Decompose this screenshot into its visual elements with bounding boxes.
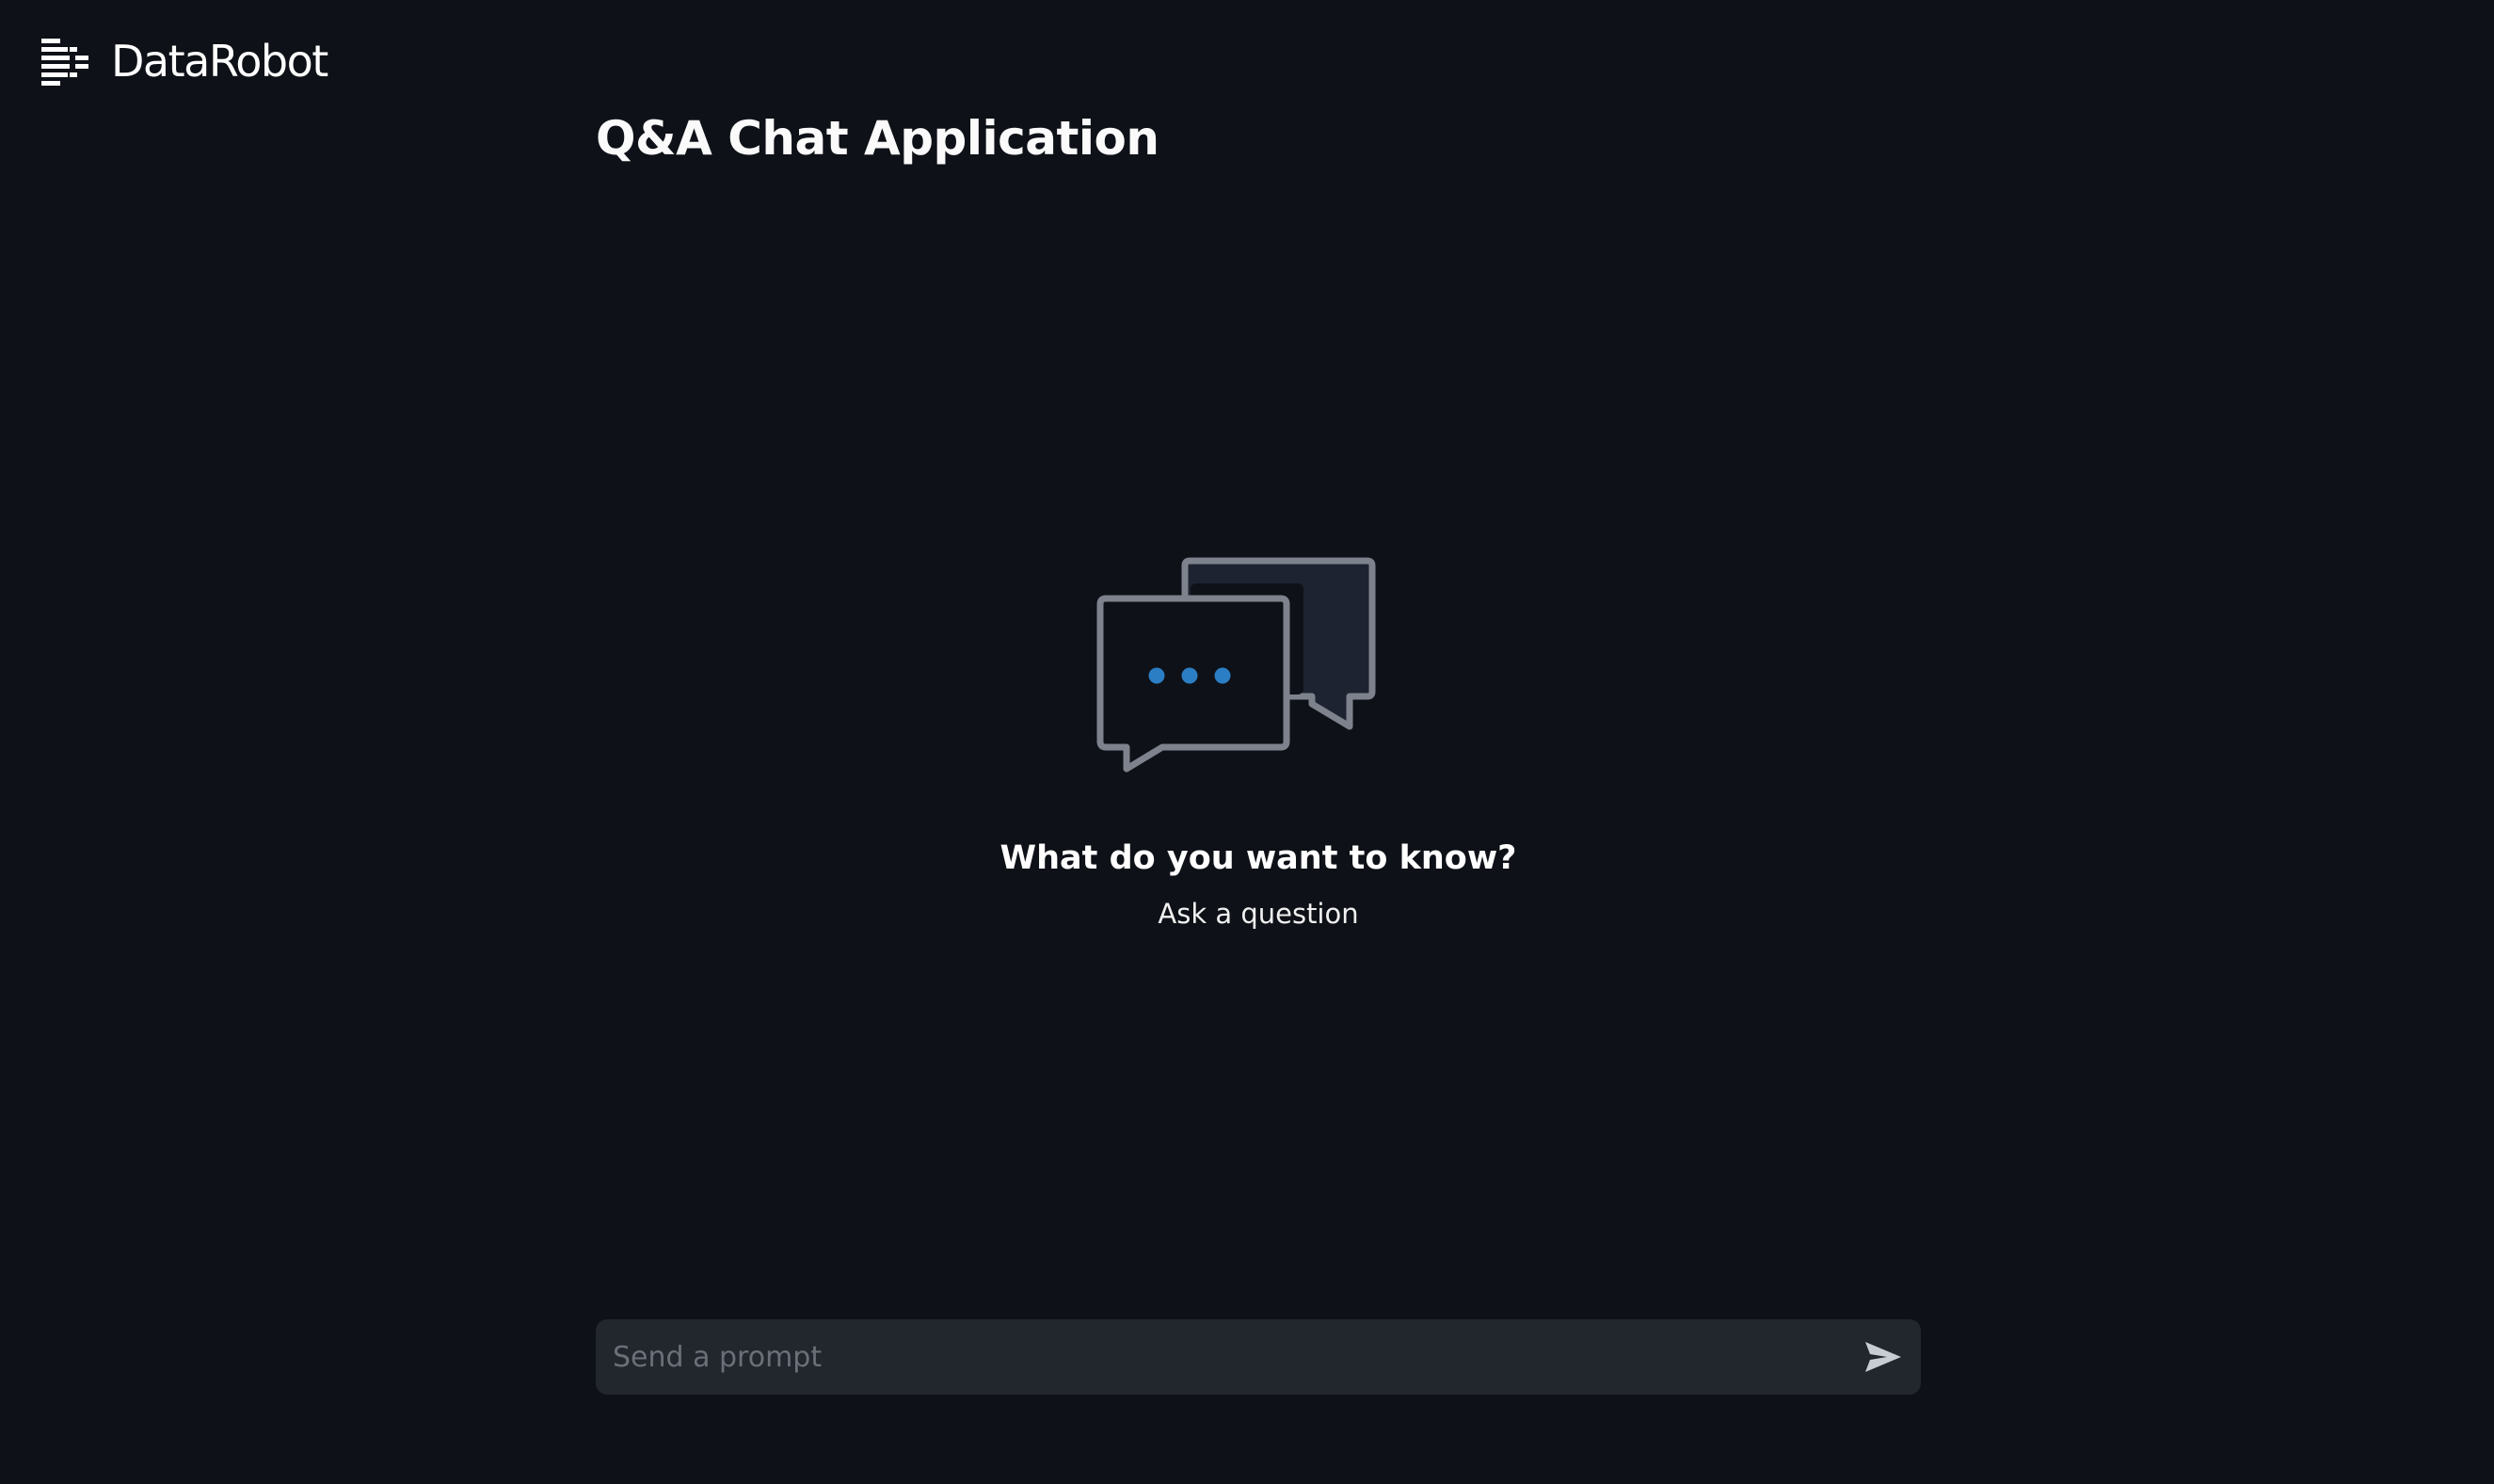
empty-state-subheading: Ask a question [1158, 898, 1359, 930]
send-button[interactable] [1846, 1319, 1921, 1395]
send-icon [1865, 1342, 1901, 1372]
datarobot-logo-icon [41, 37, 90, 86]
brand-name: DataRobot [111, 36, 328, 87]
prompt-bar [596, 1319, 1921, 1395]
brand-logo[interactable]: DataRobot [41, 36, 328, 87]
app-page: DataRobot Q&A Chat Application What do y… [0, 0, 2494, 1484]
page-title: Q&A Chat Application [596, 111, 1159, 166]
empty-state-heading: What do you want to know? [999, 839, 1517, 877]
empty-state: What do you want to know? Ask a question [596, 555, 1921, 930]
prompt-input[interactable] [596, 1319, 1846, 1395]
chat-bubbles-icon [1096, 557, 1376, 773]
